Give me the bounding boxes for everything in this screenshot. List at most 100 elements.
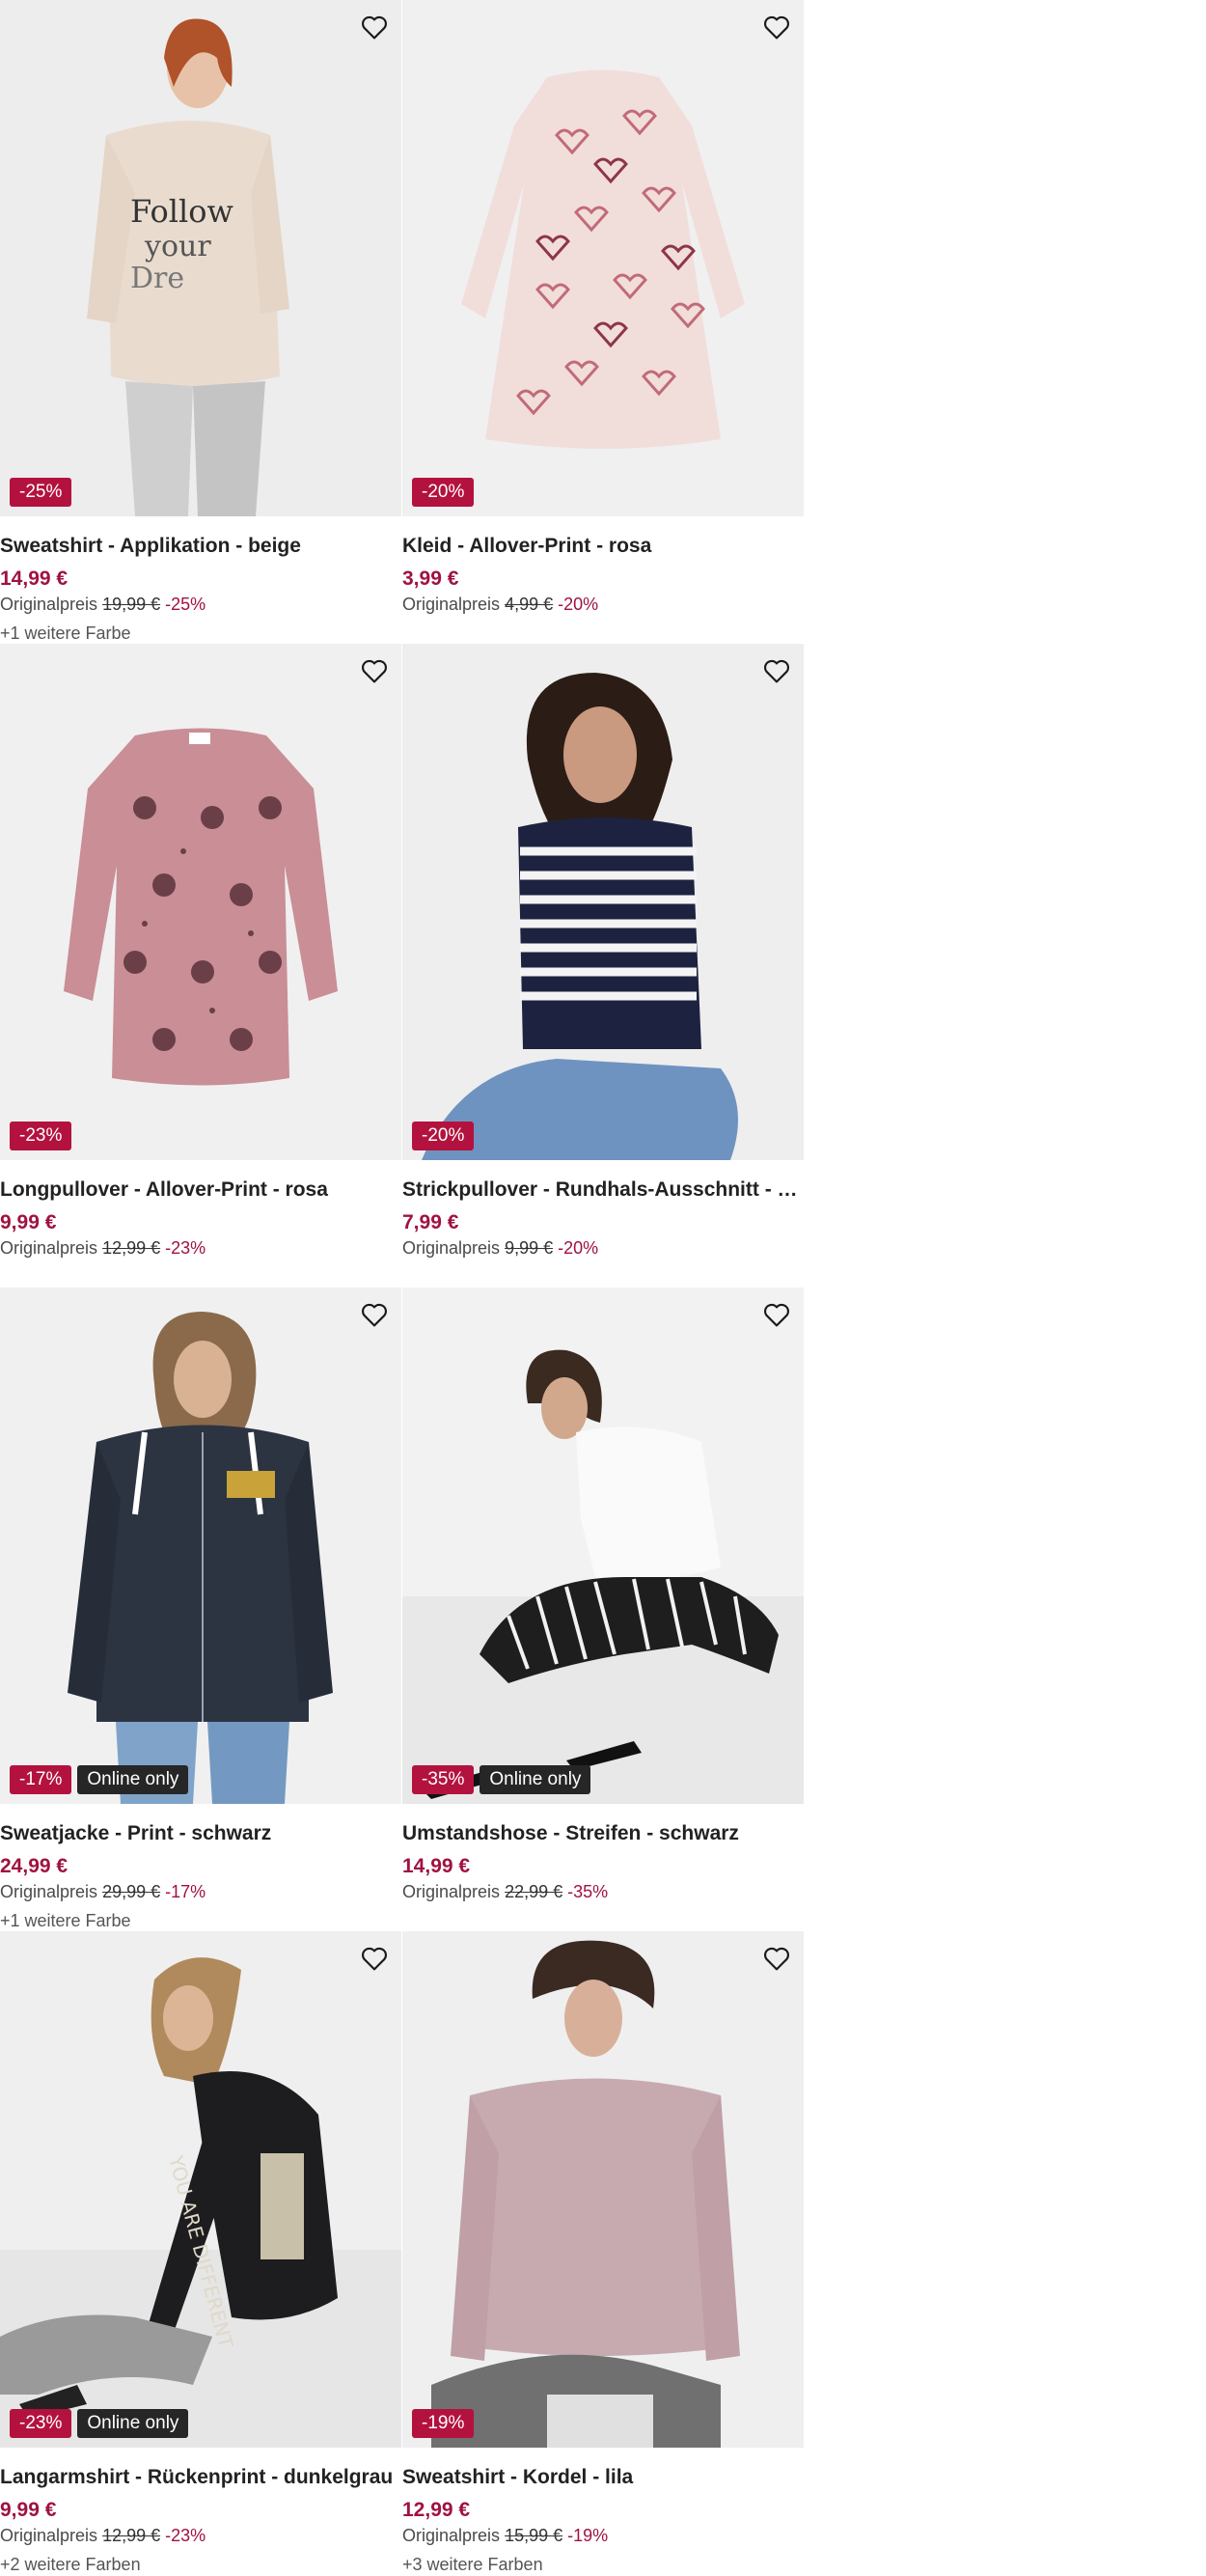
- online-only-badge: Online only: [77, 2409, 189, 2438]
- online-only-badge: Online only: [480, 1765, 591, 1794]
- product-name[interactable]: Sweatshirt - Applikation - beige: [0, 533, 397, 560]
- product-card[interactable]: -19% Sweatshirt - Kordel - lila 12,99 € …: [402, 1931, 805, 2575]
- heart-outline-icon: [362, 1303, 387, 1327]
- wishlist-button[interactable]: [759, 1297, 794, 1332]
- product-image[interactable]: -17% Online only: [0, 1288, 401, 1804]
- original-price-label: Originalpreis: [402, 2526, 501, 2545]
- product-grid: Follow your Dre -25% Sweatshirt - Applik…: [0, 0, 805, 2575]
- product-card[interactable]: -20% Kleid - Allover-Print - rosa 3,99 €…: [402, 0, 805, 644]
- original-price-label: Originalpreis: [0, 1882, 98, 1901]
- product-image[interactable]: YOU ARE DIFFERENT -23% Online only: [0, 1931, 401, 2448]
- product-name[interactable]: Kleid - Allover-Print - rosa: [402, 533, 799, 560]
- original-price: 4,99 €: [505, 595, 554, 614]
- discount-percent: -25%: [165, 595, 206, 614]
- product-image[interactable]: -19%: [402, 1931, 804, 2448]
- more-colors-link[interactable]: +1 weitere Farbe: [0, 1909, 397, 1932]
- product-card[interactable]: -23% Longpullover - Allover-Print - rosa…: [0, 644, 402, 1288]
- wishlist-button[interactable]: [357, 10, 392, 44]
- discount-badge: -23%: [10, 1122, 72, 1150]
- product-photo-langarmshirt-backprint: YOU ARE DIFFERENT: [0, 1931, 401, 2448]
- heart-outline-icon: [764, 1303, 789, 1327]
- original-price-line: Originalpreis 12,99 € -23%: [0, 2524, 397, 2547]
- badge-row: -20%: [412, 1122, 475, 1150]
- product-image[interactable]: Follow your Dre -25%: [0, 0, 401, 516]
- discount-percent: -20%: [558, 595, 599, 614]
- product-name[interactable]: Longpullover - Allover-Print - rosa: [0, 1177, 397, 1204]
- product-card[interactable]: -17% Online only Sweatjacke - Print - sc…: [0, 1288, 402, 1931]
- product-name[interactable]: Sweatjacke - Print - schwarz: [0, 1820, 397, 1847]
- product-photo-umstandshose-striped: [402, 1288, 804, 1804]
- heart-outline-icon: [764, 659, 789, 683]
- more-colors-link[interactable]: +2 weitere Farben: [0, 2553, 397, 2576]
- wishlist-button[interactable]: [759, 653, 794, 688]
- product-info: Sweatshirt - Applikation - beige 14,99 €…: [0, 533, 402, 645]
- original-price-line: Originalpreis 12,99 € -23%: [0, 1236, 397, 1260]
- discount-badge: -19%: [412, 2409, 475, 2438]
- wishlist-button[interactable]: [357, 1941, 392, 1976]
- product-name[interactable]: Strickpullover - Rundhals-Ausschnitt - d…: [402, 1177, 799, 1204]
- original-price: 12,99 €: [102, 1238, 161, 1258]
- discount-badge: -17%: [10, 1765, 72, 1794]
- product-info: Sweatshirt - Kordel - lila 12,99 € Origi…: [402, 2464, 805, 2576]
- original-price-label: Originalpreis: [0, 1238, 98, 1258]
- product-image[interactable]: -20%: [402, 644, 804, 1160]
- svg-text:Follow: Follow: [130, 193, 233, 230]
- badge-row: -23% Online only: [10, 2409, 189, 2438]
- product-info: Sweatjacke - Print - schwarz 24,99 € Ori…: [0, 1820, 402, 1932]
- badge-row: -19%: [412, 2409, 475, 2438]
- badge-row: -25%: [10, 478, 72, 507]
- product-price: 24,99 €: [0, 1855, 69, 1877]
- original-price-line: Originalpreis 15,99 € -19%: [402, 2524, 799, 2547]
- product-info: Kleid - Allover-Print - rosa 3,99 € Orig…: [402, 533, 805, 616]
- original-price: 29,99 €: [102, 1882, 161, 1901]
- heart-outline-icon: [362, 15, 387, 40]
- more-colors-link[interactable]: +1 weitere Farbe: [0, 622, 397, 645]
- more-colors-link[interactable]: +3 weitere Farben: [402, 2553, 799, 2576]
- product-card[interactable]: -20% Strickpullover - Rundhals-Ausschnit…: [402, 644, 805, 1288]
- discount-percent: -23%: [165, 1238, 206, 1258]
- product-name[interactable]: Langarmshirt - Rückenprint - dunkelgrau: [0, 2464, 397, 2491]
- product-info: Longpullover - Allover-Print - rosa 9,99…: [0, 1177, 402, 1260]
- product-price: 9,99 €: [0, 1211, 57, 1233]
- product-photo-strickpullover-striped: [402, 644, 804, 1160]
- original-price: 22,99 €: [505, 1882, 563, 1901]
- original-price-label: Originalpreis: [0, 2526, 98, 2545]
- discount-percent: -35%: [567, 1882, 609, 1901]
- product-photo-sweatjacke-black: [0, 1288, 401, 1804]
- badge-row: -23%: [10, 1122, 72, 1150]
- product-price: 12,99 €: [402, 2499, 471, 2521]
- product-image[interactable]: -23%: [0, 644, 401, 1160]
- wishlist-button[interactable]: [759, 1941, 794, 1976]
- original-price: 15,99 €: [505, 2526, 563, 2545]
- product-photo-dress-hearts: [402, 0, 804, 516]
- heart-outline-icon: [764, 15, 789, 40]
- product-name[interactable]: Sweatshirt - Kordel - lila: [402, 2464, 799, 2491]
- wishlist-button[interactable]: [357, 1297, 392, 1332]
- product-card[interactable]: Follow your Dre -25% Sweatshirt - Applik…: [0, 0, 402, 644]
- product-price: 3,99 €: [402, 568, 459, 590]
- product-photo-longpullover-rosa: [0, 644, 401, 1160]
- discount-badge: -25%: [10, 478, 72, 507]
- wishlist-button[interactable]: [759, 10, 794, 44]
- wishlist-button[interactable]: [357, 653, 392, 688]
- discount-percent: -19%: [567, 2526, 609, 2545]
- product-image[interactable]: -35% Online only: [402, 1288, 804, 1804]
- svg-text:Dre: Dre: [130, 262, 184, 295]
- product-photo-sweatshirt-lila: [402, 1931, 804, 2448]
- original-price-label: Originalpreis: [0, 595, 98, 614]
- product-price: 9,99 €: [0, 2499, 57, 2521]
- badge-row: -35% Online only: [412, 1765, 591, 1794]
- discount-badge: -20%: [412, 1122, 475, 1150]
- product-name[interactable]: Umstandshose - Streifen - schwarz: [402, 1820, 799, 1847]
- original-price: 19,99 €: [102, 595, 161, 614]
- original-price-line: Originalpreis 22,99 € -35%: [402, 1880, 799, 1903]
- discount-percent: -23%: [165, 2526, 206, 2545]
- svg-text:your: your: [144, 230, 211, 263]
- product-card[interactable]: YOU ARE DIFFERENT -23% Online only Langa…: [0, 1931, 402, 2575]
- original-price-label: Originalpreis: [402, 595, 501, 614]
- heart-outline-icon: [362, 1947, 387, 1971]
- product-image[interactable]: -20%: [402, 0, 804, 516]
- product-card[interactable]: -35% Online only Umstandshose - Streifen…: [402, 1288, 805, 1931]
- badge-row: -17% Online only: [10, 1765, 189, 1794]
- discount-badge: -20%: [412, 478, 475, 507]
